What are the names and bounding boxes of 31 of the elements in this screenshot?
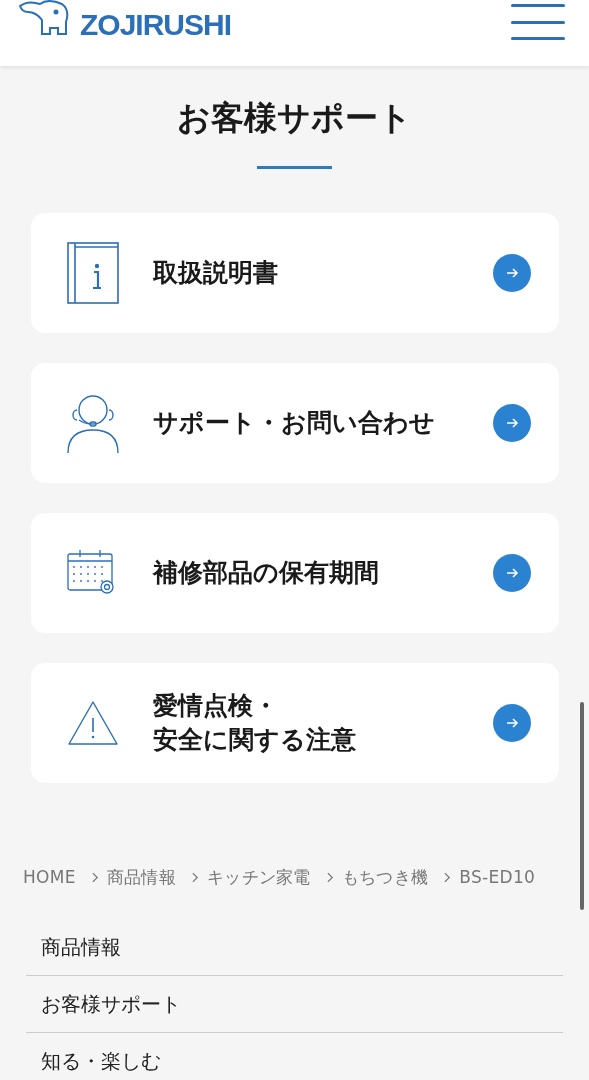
footer-nav-link[interactable]: お客様サポート [26,990,181,1018]
support-card[interactable]: 取扱説明書 [31,213,559,333]
footer-nav-link[interactable]: 知る・楽しむ [26,1048,161,1075]
breadcrumb-link[interactable]: もちつき機 [341,865,429,889]
breadcrumb-link[interactable]: 商品情報 [106,865,176,889]
breadcrumb-link[interactable]: キッチン家電 [207,865,311,889]
page-title: お客様サポート [176,97,413,139]
chevron-icon [444,871,452,883]
chevron-icon [326,871,334,883]
book-info-icon [67,242,119,304]
support-card[interactable]: 愛情点検・ 安全に関する注意 [31,663,559,783]
brand-logo[interactable]: ZOJIRUSHI [80,10,232,40]
footer-nav-link[interactable]: 商品情報 [26,933,121,961]
support-card[interactable]: 補修部品の保有期間 [31,513,559,633]
arrow-circle-icon [493,254,531,292]
chevron-icon [91,871,99,883]
headset-person-icon [67,392,119,454]
arrow-circle-icon [493,554,531,592]
card-label: 補修部品の保有期間 [153,557,379,589]
breadcrumb-link[interactable]: HOME [23,867,76,887]
card-label: 安全に関する注意 [153,724,356,756]
card-label: サポート・お問い合わせ [153,407,435,439]
chevron-icon [192,871,199,883]
card-label: 愛情点検・ [153,690,278,722]
card-label: 取扱説明書 [153,257,278,289]
menu-icon[interactable] [511,4,565,40]
breadcrumb-link[interactable]: BS-ED10 [459,867,536,887]
arrow-circle-icon [493,404,531,442]
arrow-circle-icon [493,704,531,742]
warning-icon [67,700,119,746]
support-card[interactable]: サポート・お問い合わせ [31,363,559,483]
